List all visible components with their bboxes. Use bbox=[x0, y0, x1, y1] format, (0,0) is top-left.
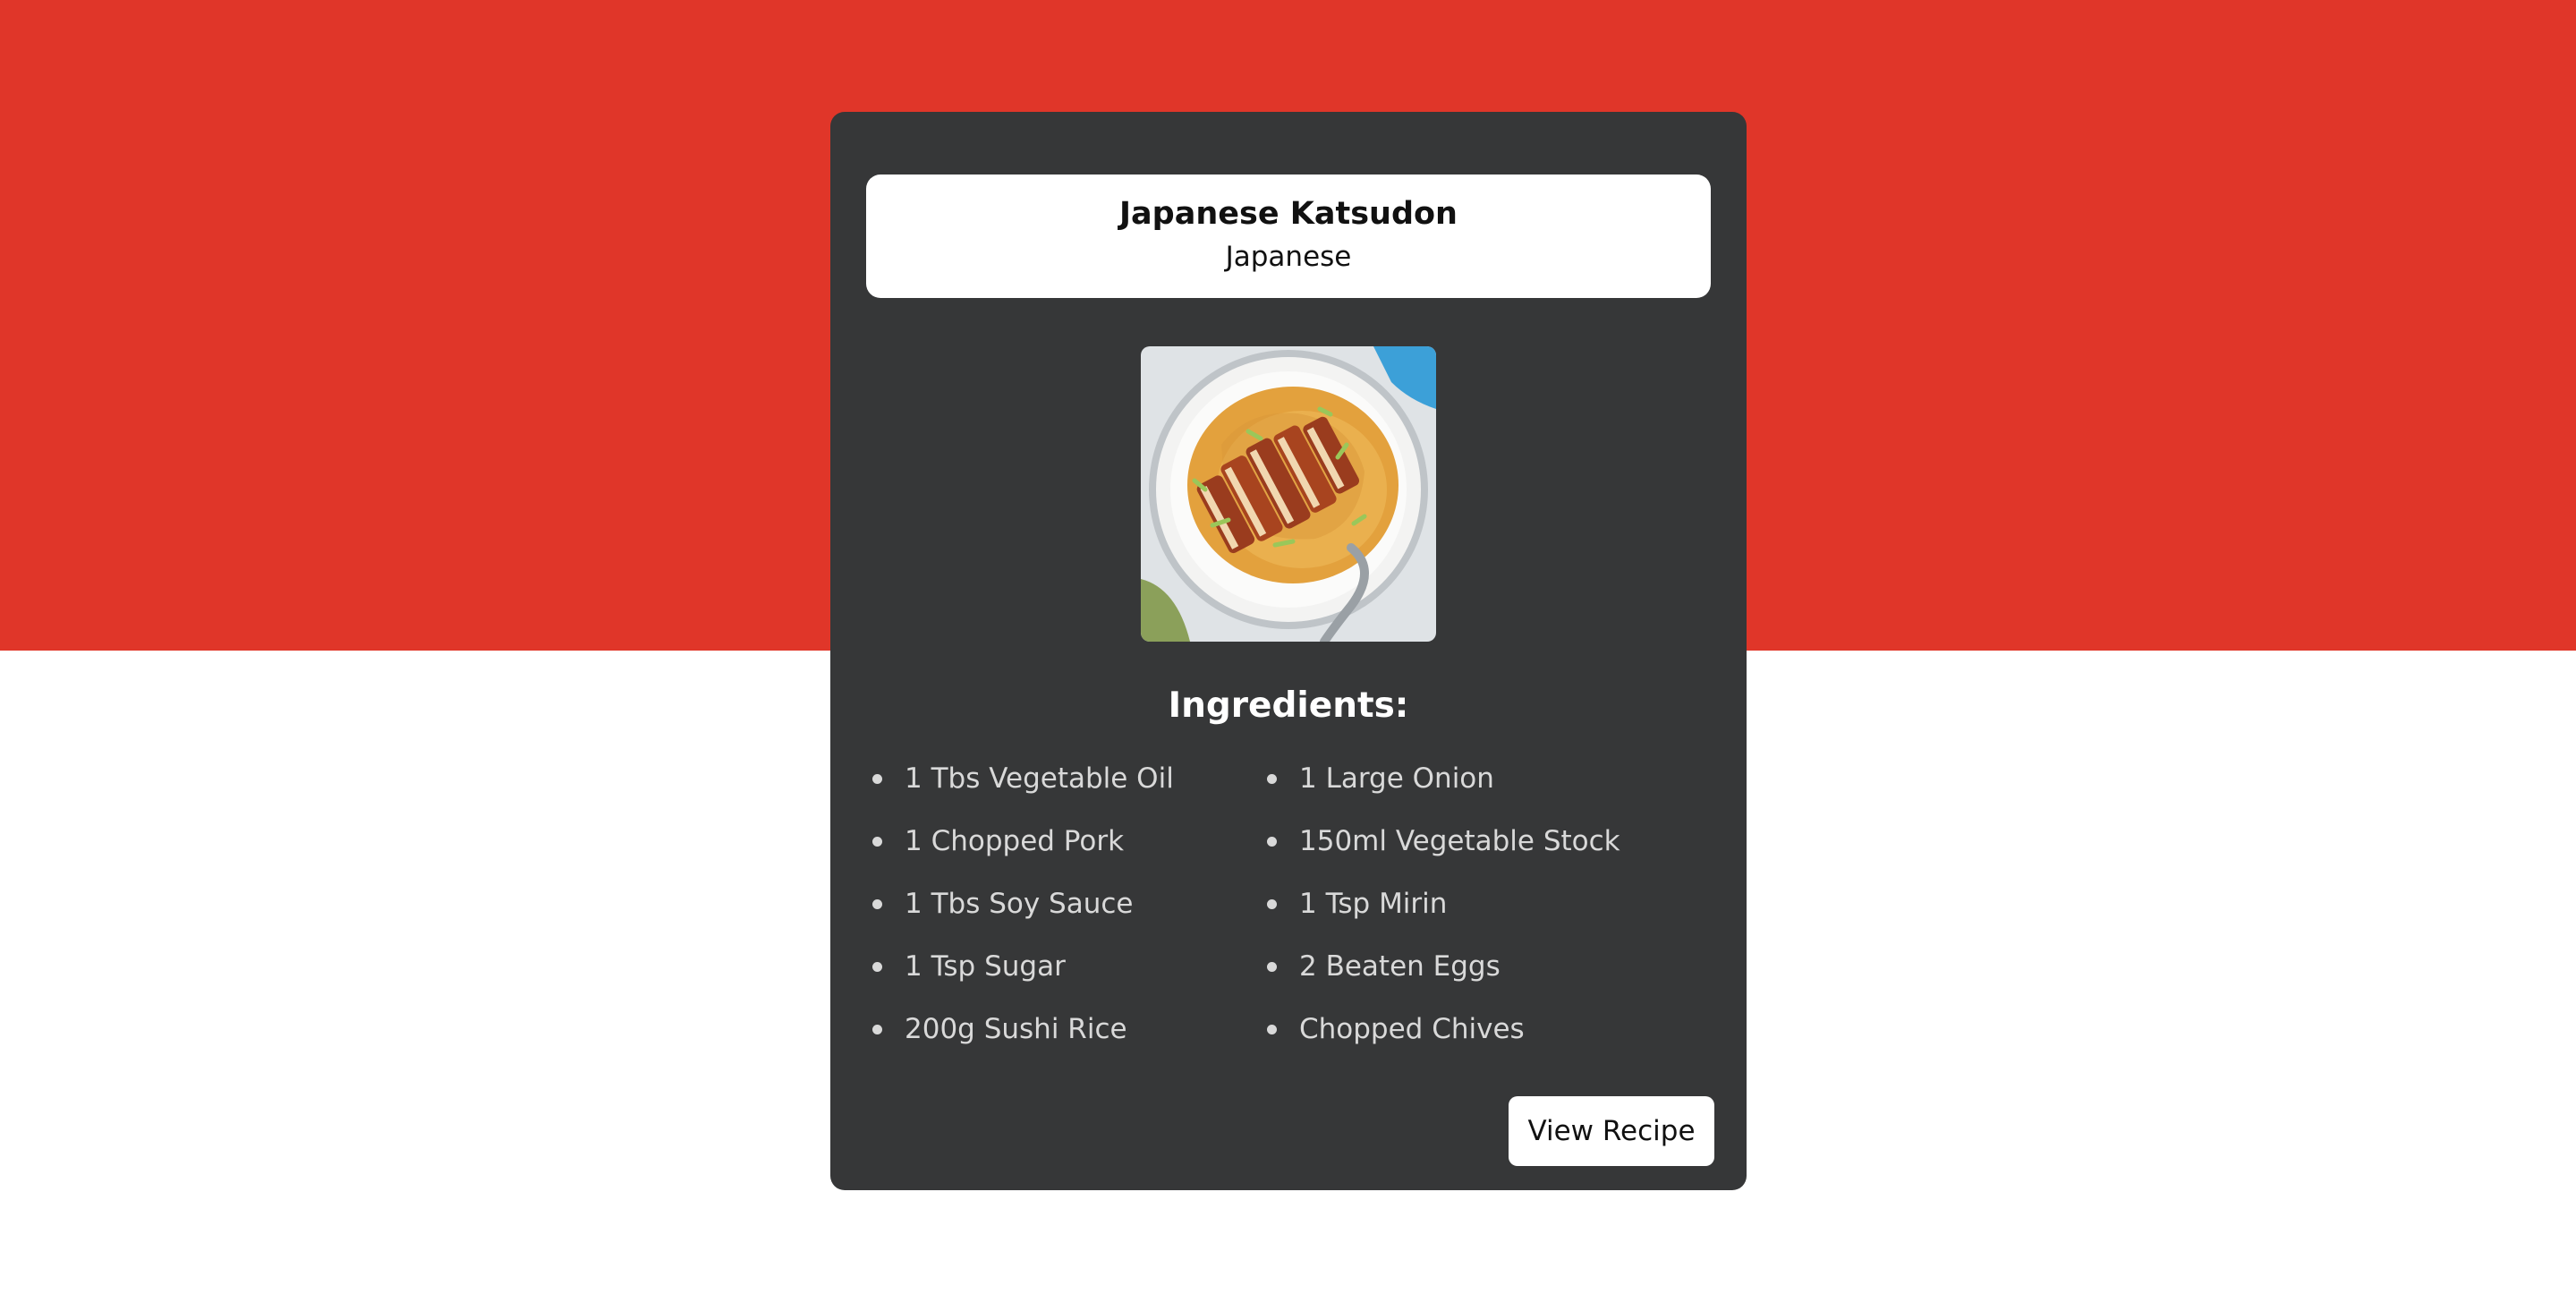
ingredient-label: 1 Tsp Mirin bbox=[1299, 888, 1448, 920]
view-recipe-button[interactable]: View Recipe bbox=[1509, 1096, 1714, 1166]
ingredients-list: 1 Tbs Vegetable Oil 1 Chopped Pork 1 Tbs… bbox=[872, 757, 1705, 1070]
bullet-dot bbox=[1267, 837, 1277, 847]
ingredient-item: 150ml Vegetable Stock bbox=[1267, 820, 1620, 863]
bullet-dot bbox=[872, 1025, 882, 1034]
ingredient-item: Chopped Chives bbox=[1267, 1008, 1525, 1051]
ingredient-label: 200g Sushi Rice bbox=[905, 1013, 1127, 1045]
ingredient-item: 1 Chopped Pork bbox=[872, 820, 1124, 863]
title-box: Japanese Katsudon Japanese bbox=[866, 175, 1711, 298]
ingredient-label: 1 Chopped Pork bbox=[905, 825, 1125, 857]
ingredient-label: Chopped Chives bbox=[1299, 1013, 1525, 1045]
ingredient-item: 1 Tbs Vegetable Oil bbox=[872, 757, 1174, 800]
ingredients-heading: Ingredients: bbox=[1168, 685, 1409, 726]
bullet-dot bbox=[872, 962, 882, 972]
bullet-dot bbox=[1267, 1025, 1277, 1034]
bullet-dot bbox=[872, 837, 882, 847]
ingredient-item: 1 Tsp Mirin bbox=[1267, 882, 1447, 925]
ingredient-label: 1 Tbs Vegetable Oil bbox=[905, 762, 1174, 795]
recipe-title: Japanese Katsudon bbox=[1119, 196, 1458, 232]
recipe-cuisine: Japanese bbox=[1225, 241, 1352, 273]
ingredient-label: 1 Tbs Soy Sauce bbox=[905, 888, 1134, 920]
bullet-dot bbox=[872, 774, 882, 784]
recipe-card: Japanese Katsudon Japanese Ingredients: … bbox=[830, 112, 1747, 1190]
bullet-dot bbox=[1267, 962, 1277, 972]
dish-image bbox=[1141, 346, 1436, 642]
ingredient-item: 1 Tbs Soy Sauce bbox=[872, 882, 1133, 925]
bullet-dot bbox=[1267, 899, 1277, 909]
katsudon-bowl-illustration bbox=[1141, 346, 1436, 642]
bullet-dot bbox=[872, 899, 882, 909]
ingredient-item: 2 Beaten Eggs bbox=[1267, 945, 1501, 988]
page: Japanese Katsudon Japanese Ingredients: … bbox=[0, 0, 2576, 1294]
ingredient-item: 200g Sushi Rice bbox=[872, 1008, 1127, 1051]
ingredient-label: 1 Large Onion bbox=[1299, 762, 1494, 795]
ingredient-label: 1 Tsp Sugar bbox=[905, 950, 1066, 983]
ingredient-item: 1 Tsp Sugar bbox=[872, 945, 1066, 988]
ingredient-label: 150ml Vegetable Stock bbox=[1299, 825, 1620, 857]
ingredient-item: 1 Large Onion bbox=[1267, 757, 1494, 800]
bullet-dot bbox=[1267, 774, 1277, 784]
ingredient-label: 2 Beaten Eggs bbox=[1299, 950, 1501, 983]
